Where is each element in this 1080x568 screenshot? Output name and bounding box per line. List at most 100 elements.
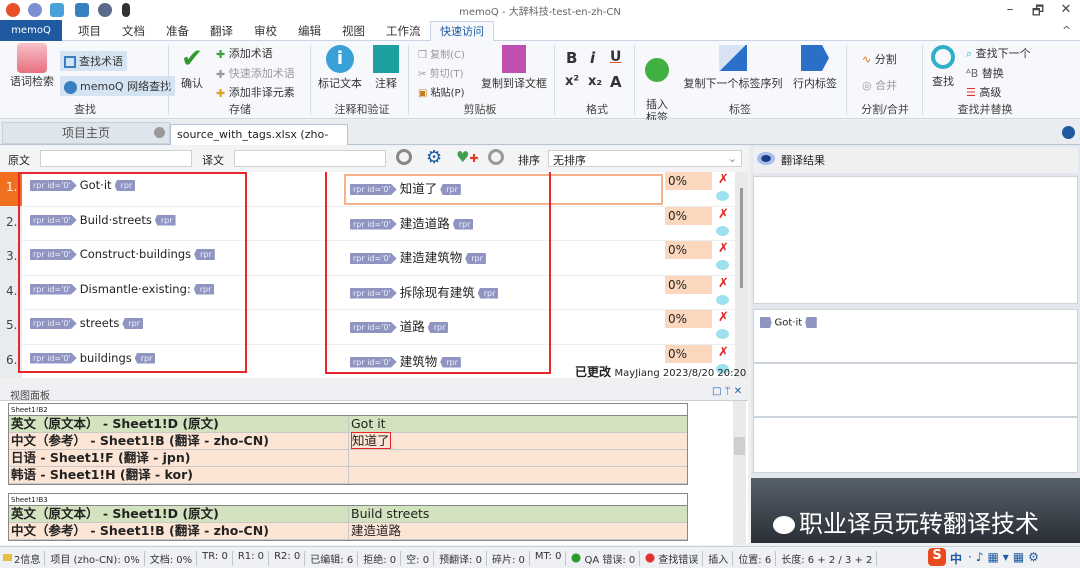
minimize-button[interactable]: – bbox=[1000, 2, 1020, 17]
inline-tags-button[interactable]: 行内标签 bbox=[790, 45, 840, 90]
target-cell[interactable]: rpr id='0' 知道了 rpr bbox=[350, 178, 461, 197]
sort-select[interactable]: 无排序 ⌄ bbox=[548, 150, 742, 167]
comment-bubble-icon[interactable] bbox=[716, 329, 729, 339]
insert-tag-button[interactable]: 插入 标签 bbox=[640, 45, 674, 124]
subscript-button[interactable]: x₂ bbox=[588, 74, 602, 89]
comment-bubble-icon[interactable] bbox=[716, 294, 729, 305]
copy-to-target-button[interactable]: 复制到译文框 bbox=[478, 45, 550, 90]
target-cell[interactable]: rpr id='0' 建造道路 rpr bbox=[350, 213, 474, 232]
segment-number[interactable]: 5. bbox=[0, 310, 22, 344]
comment-bubble-icon[interactable] bbox=[716, 225, 729, 236]
tab-edit[interactable]: 编辑 bbox=[298, 23, 321, 39]
find-term-button[interactable]: 查找术语 bbox=[60, 51, 127, 71]
close-tab-icon[interactable] bbox=[154, 127, 165, 138]
segment-row[interactable]: 5. rpr id='0' streets rpr rpr id='0' 道路 rpr … bbox=[0, 310, 735, 345]
segment-number[interactable]: 3. bbox=[0, 241, 22, 275]
close-button[interactable]: ✕ bbox=[1056, 2, 1076, 17]
target-cell[interactable]: rpr id='0' 拆除现有建筑 rpr bbox=[350, 282, 499, 301]
grid-scrollbar[interactable] bbox=[735, 172, 748, 378]
add-filter-icon[interactable]: ♥✚ bbox=[456, 148, 479, 166]
tab-menu-icon[interactable] bbox=[1062, 126, 1075, 139]
advanced-button[interactable]: ☰ 高级 bbox=[966, 84, 1001, 100]
source-cell[interactable]: rpr id='0' Got·it rpr bbox=[30, 178, 136, 192]
tab-document[interactable]: source_with_tags.xlsx (zho-CN) × bbox=[170, 124, 348, 161]
find-next-button[interactable]: ⌕ 查找下一个 bbox=[966, 45, 1031, 61]
status-item[interactable]: 插入 bbox=[708, 551, 734, 566]
clear-filter-icon[interactable] bbox=[488, 149, 504, 165]
segment-row[interactable]: 2. rpr id='0' Build·streets rpr rpr id='0'… bbox=[0, 206, 735, 241]
paste-button[interactable]: ▣ 粘贴(P) bbox=[418, 84, 464, 99]
quick-add-term-button[interactable]: ✚ 快速添加术语 bbox=[216, 65, 295, 81]
segment-number[interactable]: 2. bbox=[0, 206, 22, 240]
add-nontranslatable-button[interactable]: ✚ 添加非译元素 bbox=[216, 84, 295, 100]
gear-icon[interactable]: ⚙ bbox=[426, 147, 442, 168]
segment-row[interactable]: 4. rpr id='0' Dismantle·existing: rpr rpr … bbox=[0, 275, 735, 310]
ime-language[interactable]: 中 bbox=[950, 550, 962, 567]
segment-row[interactable]: 3. rpr id='0' Construct·buildings rpr rpr … bbox=[0, 241, 735, 276]
target-cell[interactable]: rpr id='0' 道路 rpr bbox=[350, 316, 449, 335]
ime-logo-icon[interactable]: S bbox=[928, 548, 946, 566]
source-cell[interactable]: rpr id='0' Construct·buildings rpr bbox=[30, 247, 215, 261]
help-icon[interactable] bbox=[28, 3, 42, 17]
cut-button[interactable]: ✂ 剪切(T) bbox=[418, 65, 464, 80]
ime-tools-icons[interactable]: ·♪▦▾▦⚙ bbox=[968, 550, 1043, 564]
copy-button[interactable]: ❐ 复制(C) bbox=[418, 46, 465, 61]
italic-button[interactable]: i bbox=[590, 49, 595, 67]
tab-memoq[interactable]: memoQ bbox=[0, 20, 62, 41]
copy-next-tag-sequence-button[interactable]: 复制下一个标签序列 bbox=[680, 45, 786, 90]
status-item[interactable]: 2信息 bbox=[3, 551, 46, 566]
cloud-settings-icon[interactable] bbox=[98, 3, 112, 17]
tab-workflow[interactable]: 工作流 bbox=[386, 23, 421, 39]
target-filter-input[interactable] bbox=[234, 150, 386, 167]
status-item[interactable]: QA 错误: 0 bbox=[571, 551, 641, 566]
comment-bubble-icon[interactable] bbox=[716, 260, 729, 270]
underline-button[interactable]: U bbox=[610, 49, 621, 65]
project-icon[interactable] bbox=[75, 3, 89, 17]
target-cell[interactable]: rpr id='0' 建造建筑物 rpr bbox=[350, 247, 486, 266]
view-pane-controls[interactable]: □ ᛘ ✕ bbox=[712, 386, 742, 397]
tab-prepare[interactable]: 准备 bbox=[166, 23, 189, 39]
results-list[interactable] bbox=[753, 176, 1078, 304]
status-item[interactable]: 查找错误 bbox=[645, 551, 704, 566]
replace-button[interactable]: ᴬB 替换 bbox=[966, 65, 1004, 81]
superscript-button[interactable]: x² bbox=[565, 74, 579, 89]
settings-icon[interactable] bbox=[50, 3, 64, 17]
status-item[interactable]: 长度: 6 + 2 / 3 + 2 bbox=[781, 551, 878, 566]
mark-text-button[interactable]: i 标记文本 bbox=[314, 45, 366, 90]
segment-row[interactable]: 1. rpr id='0' Got·it rpr rpr id='0' 知道了 rpr … bbox=[0, 172, 735, 207]
segment-number[interactable]: 6. bbox=[0, 344, 22, 378]
source-cell[interactable]: rpr id='0' Build·streets rpr bbox=[30, 213, 176, 227]
segment-number[interactable]: 4. bbox=[0, 275, 22, 309]
tab-translate[interactable]: 翻译 bbox=[210, 23, 233, 39]
add-term-button[interactable]: ✚ 添加术语 bbox=[216, 45, 273, 61]
comment-bubble-icon[interactable] bbox=[716, 191, 729, 201]
join-button[interactable]: ◎ 合并 bbox=[862, 77, 897, 93]
status-item[interactable]: 位置: 6 bbox=[738, 551, 777, 566]
source-filter-input[interactable] bbox=[40, 150, 192, 167]
tab-project-home[interactable]: 项目主页 bbox=[2, 122, 170, 144]
comment-button[interactable]: 注释 bbox=[370, 45, 402, 90]
tab-quick-access[interactable]: 快速访问 bbox=[430, 21, 494, 42]
web-search-button[interactable]: memoQ 网络查找 bbox=[60, 76, 176, 96]
tab-project[interactable]: 项目 bbox=[78, 23, 101, 39]
not-confirmed-icon: ✗ bbox=[718, 172, 729, 187]
confirm-button[interactable]: ✔ 确认 bbox=[174, 45, 210, 90]
tab-documents[interactable]: 文档 bbox=[122, 23, 145, 39]
view-pane-scrollbar[interactable] bbox=[733, 401, 746, 545]
segment-number[interactable]: 1. bbox=[0, 172, 22, 206]
source-cell[interactable]: rpr id='0' buildings rpr bbox=[30, 351, 156, 365]
bold-button[interactable]: B bbox=[566, 49, 577, 67]
find-button[interactable]: 查找 bbox=[928, 45, 958, 88]
filter-search-icon[interactable] bbox=[396, 149, 412, 165]
tab-view[interactable]: 视图 bbox=[342, 23, 365, 39]
target-cell[interactable]: rpr id='0' 建筑物 rpr bbox=[350, 351, 461, 370]
split-button[interactable]: ∿ 分割 bbox=[862, 51, 897, 67]
collapse-ribbon-button[interactable]: ^ bbox=[1062, 24, 1071, 37]
source-cell[interactable]: rpr id='0' streets rpr bbox=[30, 316, 143, 330]
microphone-icon[interactable] bbox=[122, 3, 130, 17]
term-lookup-button[interactable]: 语词检索 bbox=[6, 43, 58, 88]
tag-close: rpr bbox=[440, 356, 461, 368]
font-color-button[interactable]: A bbox=[610, 73, 622, 91]
tab-review[interactable]: 审校 bbox=[254, 23, 277, 39]
source-cell[interactable]: rpr id='0' Dismantle·existing: rpr bbox=[30, 282, 215, 296]
